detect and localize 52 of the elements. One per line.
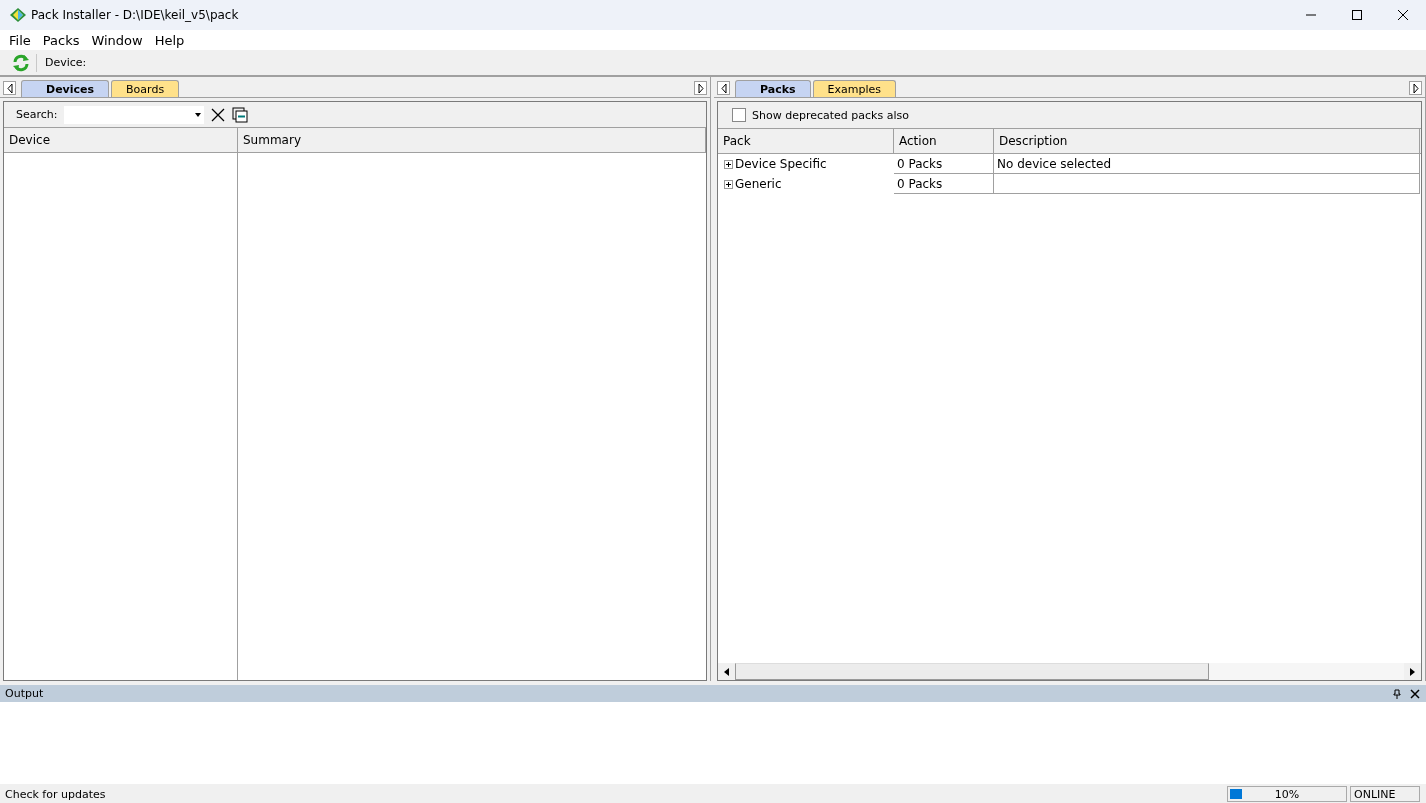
menu-item[interactable]: File bbox=[3, 32, 37, 48]
tree-cell[interactable]: Device Specific bbox=[718, 154, 894, 174]
description-cell: No device selected bbox=[994, 154, 1420, 174]
pane-tab[interactable]: Boards bbox=[111, 80, 180, 97]
left-arrow-icon bbox=[720, 83, 727, 93]
maximize-icon[interactable] bbox=[1351, 9, 1363, 21]
close-icon[interactable] bbox=[1397, 9, 1409, 21]
right-arrow-icon bbox=[697, 83, 704, 93]
scroll-right-button[interactable] bbox=[1409, 81, 1422, 95]
left-arrow-icon bbox=[6, 83, 13, 93]
collapse-all-icon[interactable] bbox=[231, 106, 248, 123]
expand-icon[interactable] bbox=[724, 159, 733, 169]
column-header[interactable]: Device bbox=[4, 128, 238, 152]
app-logo-icon bbox=[9, 7, 27, 23]
search-field[interactable] bbox=[63, 105, 204, 124]
status-message: Check for updates bbox=[5, 787, 106, 801]
pane-tab[interactable]: Examples bbox=[812, 80, 897, 97]
column-header[interactable]: Summary bbox=[238, 128, 706, 152]
pane-tab[interactable]: Packs bbox=[735, 80, 811, 97]
left-arrow-icon[interactable] bbox=[724, 667, 729, 676]
pin-icon[interactable] bbox=[1392, 688, 1402, 699]
action-cell: 0 Packs bbox=[894, 154, 994, 174]
dropdown-arrow-icon[interactable] bbox=[194, 112, 201, 117]
column-header[interactable]: Pack bbox=[718, 129, 894, 153]
device-label: Device: bbox=[45, 56, 87, 69]
scroll-left-button[interactable] bbox=[717, 81, 730, 95]
connection-status: ONLINE bbox=[1350, 786, 1420, 802]
column-header[interactable]: Description bbox=[994, 129, 1420, 153]
column-header[interactable]: Action bbox=[894, 129, 994, 153]
output-title: Output bbox=[5, 687, 44, 700]
right-arrow-icon[interactable] bbox=[1410, 667, 1415, 676]
scroll-left-button[interactable] bbox=[3, 81, 16, 95]
menu-item[interactable]: Packs bbox=[36, 32, 86, 48]
tree-label: Generic bbox=[735, 177, 782, 191]
tree-label: Device Specific bbox=[735, 157, 827, 171]
action-cell: 0 Packs bbox=[894, 174, 994, 194]
window-title: Pack Installer - D:\IDE\keil_v5\pack bbox=[31, 8, 240, 22]
scroll-right-button[interactable] bbox=[694, 81, 707, 95]
close-icon[interactable] bbox=[1410, 688, 1420, 699]
menu-item[interactable]: Window bbox=[85, 32, 149, 48]
expand-icon[interactable] bbox=[724, 179, 733, 189]
pane-tab[interactable]: Devices bbox=[21, 80, 110, 97]
horizontal-scrollbar[interactable] bbox=[718, 663, 1421, 680]
tree-cell[interactable]: Generic bbox=[718, 174, 894, 194]
checkbox[interactable] bbox=[732, 108, 746, 122]
progress-reading: 10% bbox=[1274, 787, 1300, 801]
clear-icon[interactable] bbox=[209, 106, 226, 123]
menu-item[interactable]: Help bbox=[148, 32, 191, 48]
checkbox-label: Show deprecated packs also bbox=[752, 108, 909, 122]
right-arrow-icon bbox=[1412, 83, 1419, 93]
refresh-icon[interactable] bbox=[12, 53, 30, 72]
search-label: Search: bbox=[16, 108, 58, 121]
